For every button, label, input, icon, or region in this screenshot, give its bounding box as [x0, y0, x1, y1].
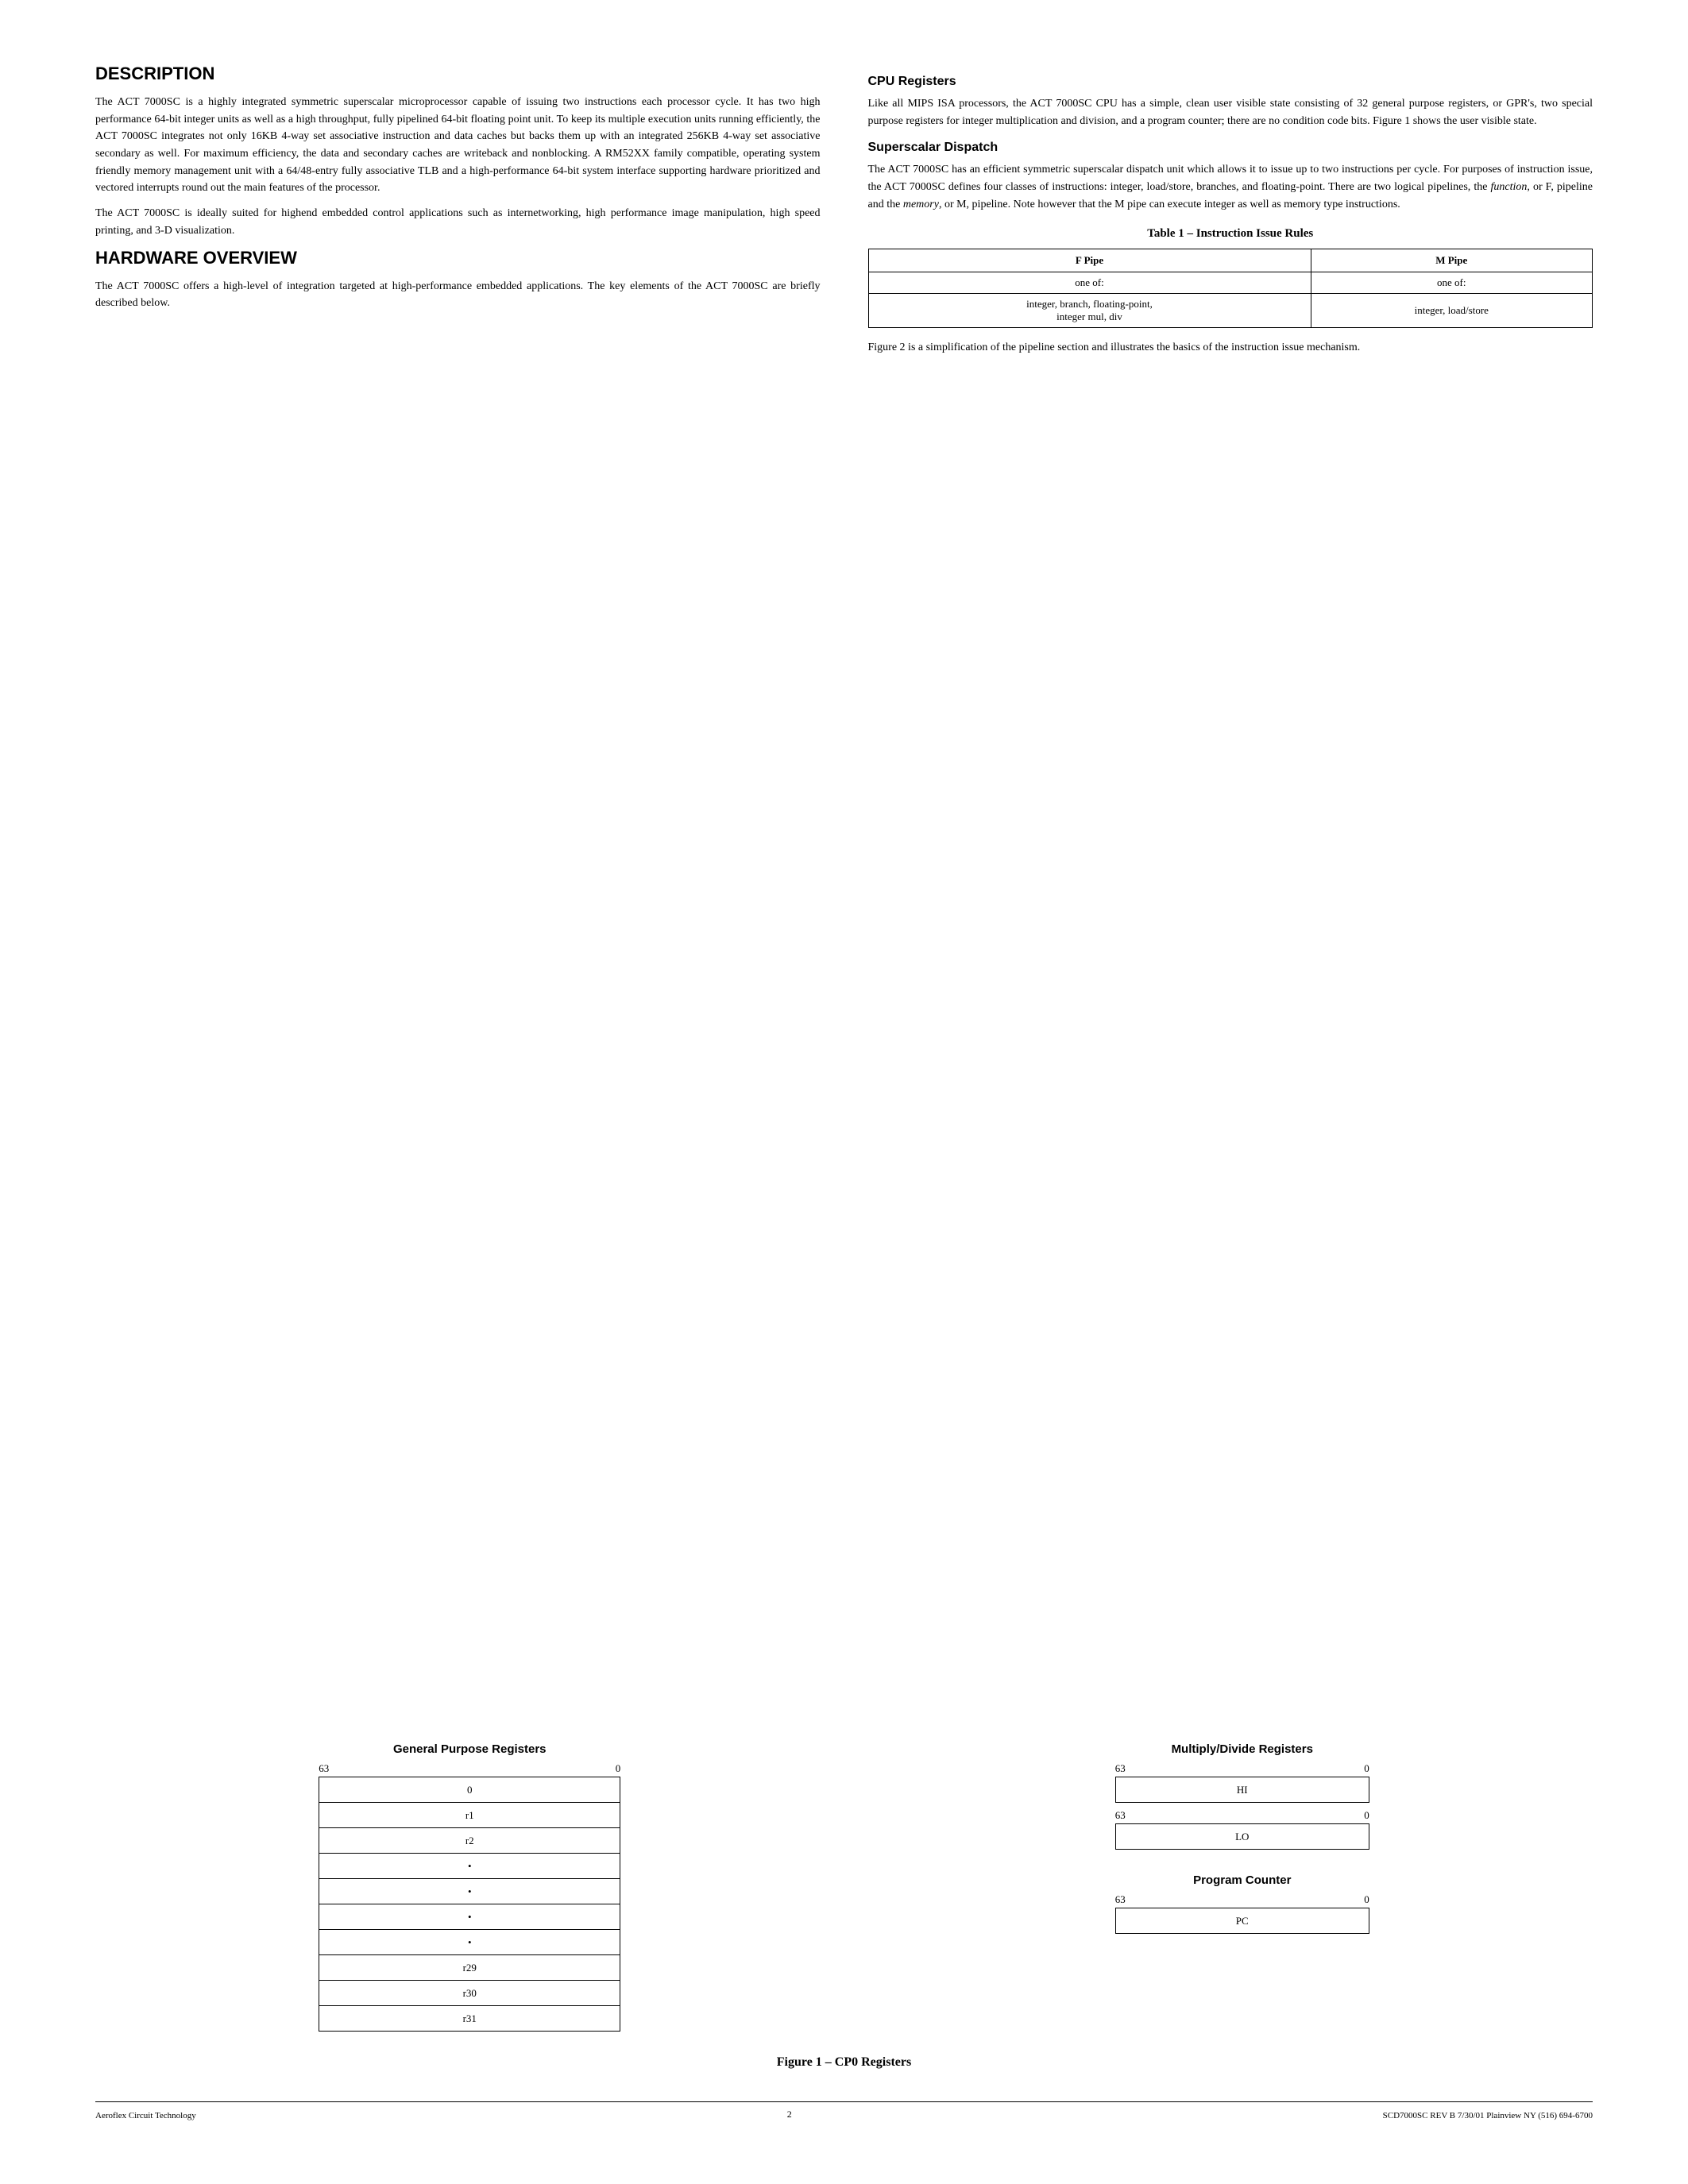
table-row: r29 — [319, 1955, 620, 1981]
gpr-range-right: 0 — [616, 1762, 621, 1775]
description-title: DESCRIPTION — [95, 64, 821, 84]
mul-group: Multiply/Divide Registers 63 0 HI 63 0 — [1115, 1742, 1369, 1850]
table-row: one of: one of: — [868, 272, 1593, 294]
gpr-cell: • — [319, 1854, 620, 1879]
lo-range: 63 0 — [1115, 1809, 1369, 1822]
hardware-overview-para1: The ACT 7000SC offers a high-level of in… — [95, 278, 821, 312]
gpr-title: General Purpose Registers — [393, 1742, 547, 1756]
lo-table: LO — [1115, 1823, 1369, 1850]
gpr-cell: r31 — [319, 2006, 620, 2032]
table-row: • — [319, 1930, 620, 1955]
table-row: HI — [1115, 1777, 1369, 1803]
main-content: DESCRIPTION The ACT 7000SC is a highly i… — [95, 64, 1593, 1711]
pc-table: PC — [1115, 1908, 1369, 1934]
left-column: DESCRIPTION The ACT 7000SC is a highly i… — [95, 64, 821, 1711]
gpr-cell: • — [319, 1879, 620, 1904]
gpr-range: 63 0 — [319, 1762, 620, 1775]
right-side-registers: Multiply/Divide Registers 63 0 HI 63 0 — [1115, 1742, 1369, 1934]
cpu-registers-para1: Like all MIPS ISA processors, the ACT 70… — [868, 95, 1593, 129]
table-title: Table 1 – Instruction Issue Rules — [868, 227, 1593, 241]
table-row: r30 — [319, 1981, 620, 2006]
gpr-cell: r2 — [319, 1828, 620, 1854]
page: DESCRIPTION The ACT 7000SC is a highly i… — [0, 0, 1688, 2184]
footer-right: SCD7000SC REV B 7/30/01 Plainview NY (51… — [1383, 2111, 1593, 2120]
lo-cell: LO — [1115, 1824, 1369, 1850]
figures-section: General Purpose Registers 63 0 0r1r2••••… — [95, 1742, 1593, 2032]
gpr-table: 0r1r2••••r29r30r31 — [319, 1777, 620, 2032]
footer: Aeroflex Circuit Technology 2 SCD7000SC … — [95, 2101, 1593, 2120]
table-row: r2 — [319, 1828, 620, 1854]
gpr-cell: r1 — [319, 1803, 620, 1828]
superscalar-dispatch-title: Superscalar Dispatch — [868, 141, 1593, 155]
hi-range-left: 63 — [1115, 1762, 1126, 1775]
footer-center: 2 — [787, 2109, 792, 2120]
pc-group: Program Counter 63 0 PC — [1115, 1873, 1369, 1934]
figure2-caption: Figure 2 is a simplification of the pipe… — [868, 339, 1593, 357]
pc-cell: PC — [1115, 1908, 1369, 1934]
gpr-range-left: 63 — [319, 1762, 329, 1775]
hardware-overview-title: HARDWARE OVERVIEW — [95, 248, 821, 268]
cpu-registers-title: CPU Registers — [868, 75, 1593, 89]
gpr-cell: • — [319, 1930, 620, 1955]
table-row: r1 — [319, 1803, 620, 1828]
right-column: CPU Registers Like all MIPS ISA processo… — [868, 64, 1593, 1711]
pc-range-left: 63 — [1115, 1893, 1126, 1906]
table-row: 0 — [319, 1777, 620, 1803]
footer-left: Aeroflex Circuit Technology — [95, 2111, 196, 2120]
hi-range: 63 0 — [1115, 1762, 1369, 1775]
pc-range-right: 0 — [1364, 1893, 1369, 1906]
table-cell-mpipe-types: integer, load/store — [1311, 294, 1592, 328]
table-row: PC — [1115, 1908, 1369, 1934]
instruction-issue-table: F Pipe M Pipe one of: one of: integer, b… — [868, 249, 1593, 328]
gpr-cell: • — [319, 1904, 620, 1930]
gpr-cell: r29 — [319, 1955, 620, 1981]
pc-title: Program Counter — [1193, 1873, 1291, 1887]
table-row: • — [319, 1854, 620, 1879]
hi-range-right: 0 — [1364, 1762, 1369, 1775]
table-cell-fpipe-types: integer, branch, floating-point,integer … — [868, 294, 1311, 328]
table-row: integer, branch, floating-point,integer … — [868, 294, 1593, 328]
gpr-cell: 0 — [319, 1777, 620, 1803]
table-cell-fpipe-oneof: one of: — [868, 272, 1311, 294]
table-row: r31 — [319, 2006, 620, 2032]
mul-title: Multiply/Divide Registers — [1172, 1742, 1313, 1756]
hi-cell: HI — [1115, 1777, 1369, 1803]
hi-table: HI — [1115, 1777, 1369, 1803]
table-row: • — [319, 1879, 620, 1904]
superscalar-dispatch-para1: The ACT 7000SC has an efficient symmetri… — [868, 161, 1593, 213]
description-para2: The ACT 7000SC is ideally suited for hig… — [95, 205, 821, 239]
table-row: • — [319, 1904, 620, 1930]
table-row: LO — [1115, 1824, 1369, 1850]
gpr-cell: r30 — [319, 1981, 620, 2006]
lo-range-right: 0 — [1364, 1809, 1369, 1822]
pc-range: 63 0 — [1115, 1893, 1369, 1906]
figure1-caption: Figure 1 – CP0 Registers — [95, 2055, 1593, 2070]
table-cell-mpipe-oneof: one of: — [1311, 272, 1592, 294]
table-header-fpipe: F Pipe — [868, 249, 1311, 272]
lo-range-left: 63 — [1115, 1809, 1126, 1822]
table-header-mpipe: M Pipe — [1311, 249, 1592, 272]
description-para1: The ACT 7000SC is a highly integrated sy… — [95, 94, 821, 197]
gpr-group: General Purpose Registers 63 0 0r1r2••••… — [319, 1742, 620, 2032]
